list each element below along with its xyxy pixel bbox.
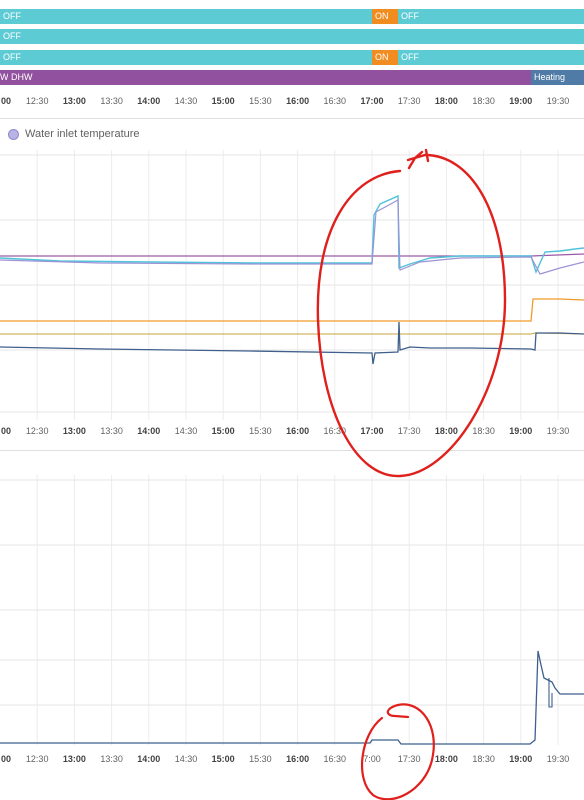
annotation-circle-small <box>360 703 435 800</box>
annotation-circle-large <box>316 148 507 478</box>
red-annotation-overlay <box>316 148 507 800</box>
